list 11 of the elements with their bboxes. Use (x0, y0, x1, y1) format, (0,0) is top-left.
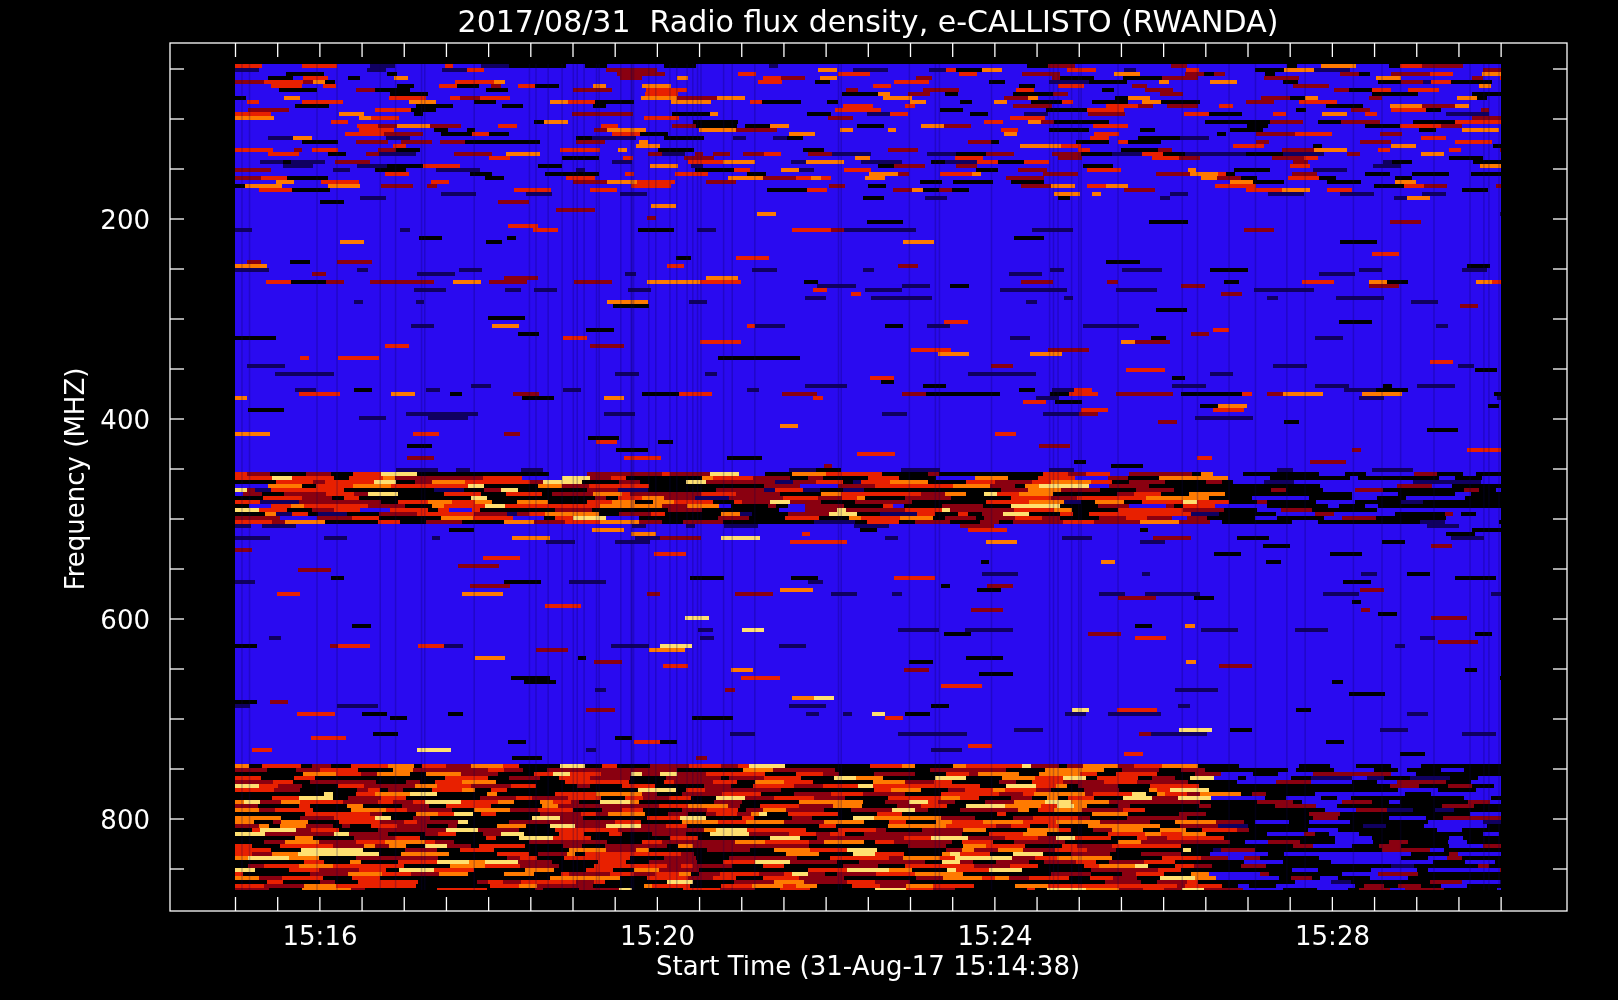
y-tick-label: 800 (100, 805, 150, 835)
x-axis-label: Start Time (31-Aug-17 15:14:38) (655, 951, 1081, 981)
x-tick-label: 15:28 (1295, 921, 1370, 951)
y-tick-label: 400 (100, 405, 150, 435)
y-tick-label: 600 (100, 605, 150, 635)
x-tick-label: 15:24 (957, 921, 1033, 951)
y-axis-label: Frequency (MHZ) (60, 367, 90, 591)
x-tick-label: 15:20 (620, 921, 695, 951)
chart-title: 2017/08/31 Radio flux density, e-CALLISTO (RWANDA) (457, 4, 1279, 39)
x-tick-label: 15:16 (282, 921, 358, 951)
y-tick-label: 200 (100, 205, 150, 235)
